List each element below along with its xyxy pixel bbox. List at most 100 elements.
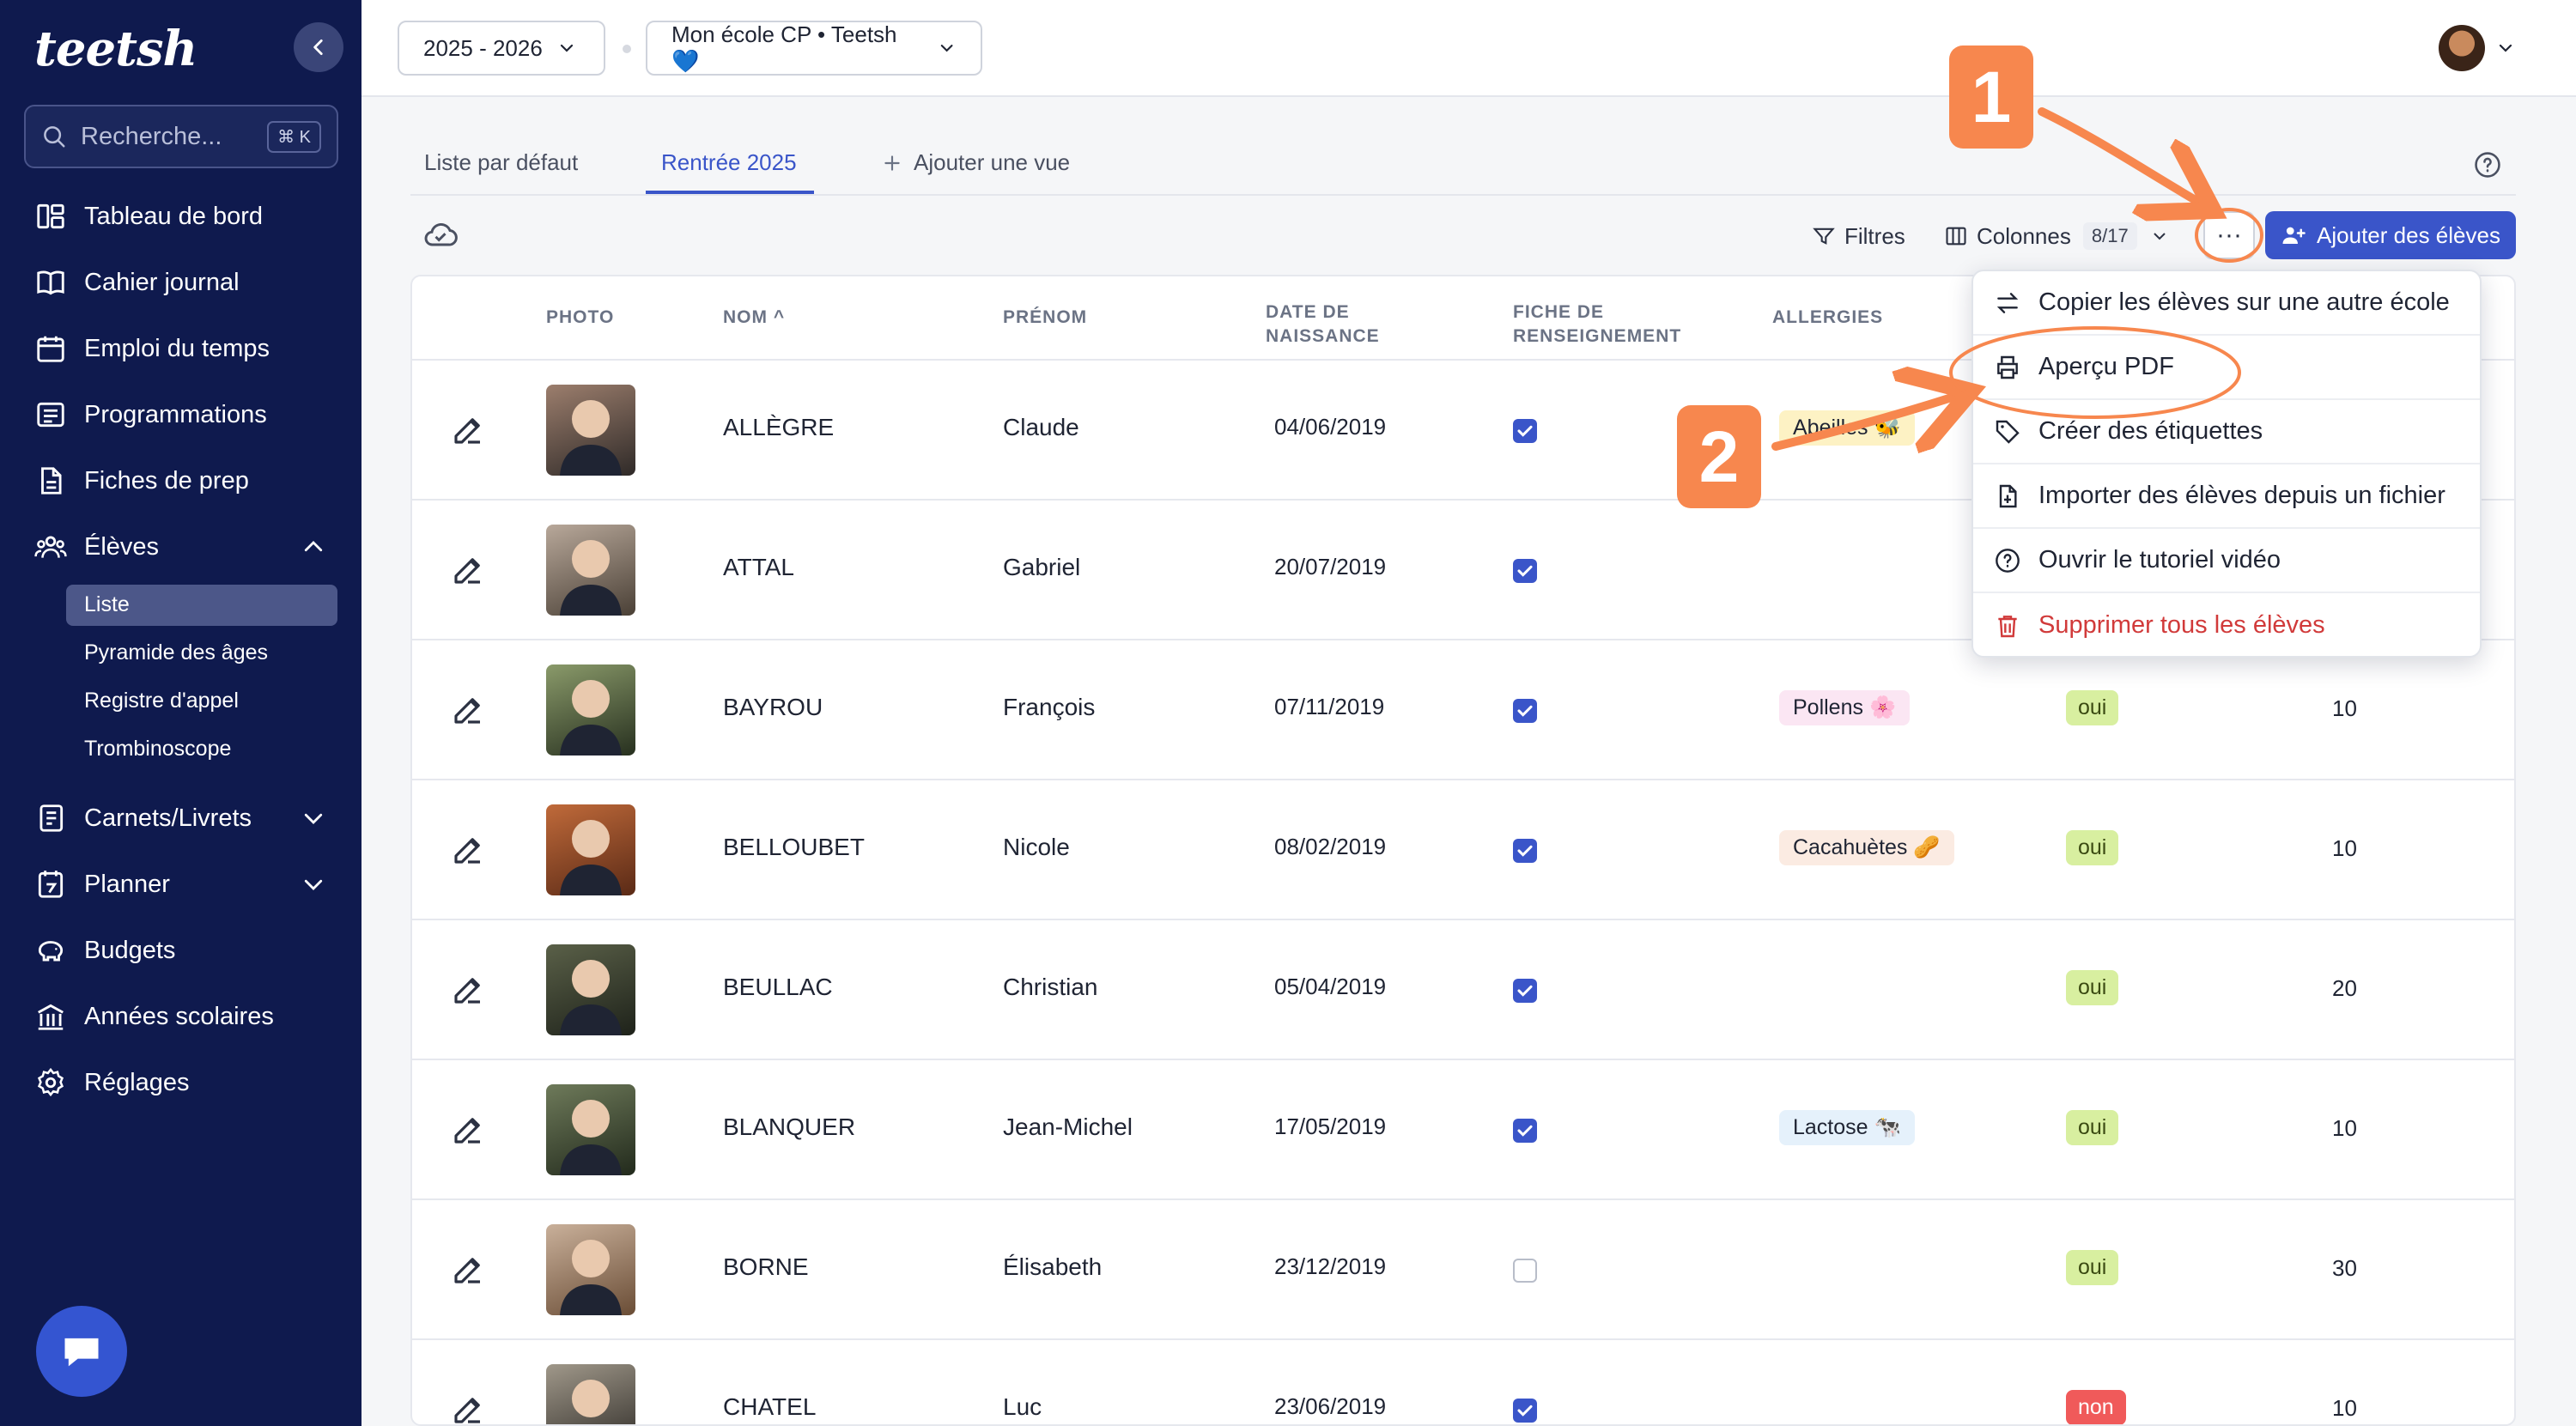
edit-icon[interactable] bbox=[450, 1252, 486, 1288]
chevron-down-icon bbox=[940, 45, 953, 52]
cloud-sync-icon[interactable] bbox=[422, 216, 459, 254]
sidebar-subitem-attendance[interactable]: Registre d'appel bbox=[84, 689, 239, 713]
chevron-down-icon[interactable] bbox=[2495, 38, 2516, 58]
sidebar-subitem-list[interactable]: Liste bbox=[84, 592, 130, 617]
tab-default-list[interactable]: Liste par défaut bbox=[424, 149, 578, 176]
sidebar-item-label: Cahier journal bbox=[84, 268, 240, 296]
more-options-label: ··· bbox=[2216, 221, 2242, 249]
columns-button[interactable]: Colonnes 8/17 bbox=[1944, 221, 2170, 252]
sidebar-item-school-years[interactable]: Années scolaires bbox=[34, 995, 326, 1038]
filters-button[interactable]: Filtres bbox=[1812, 221, 1905, 252]
table-row[interactable]: CHATEL Luc 23/06/2019 non 10 bbox=[412, 1340, 2514, 1426]
allergy-tag: Lactose 🐄 bbox=[1779, 1110, 1915, 1145]
info-sheet-checkbox[interactable] bbox=[1513, 839, 1537, 863]
app-logo[interactable]: teetsh bbox=[34, 21, 197, 77]
annotation-step-2: 2 bbox=[1677, 405, 1761, 508]
column-header-fiche[interactable]: FICHE DE RENSEIGNEMENT bbox=[1513, 300, 1719, 349]
calendar-icon bbox=[37, 336, 64, 362]
edit-icon[interactable] bbox=[450, 1112, 486, 1148]
help-circle-icon[interactable] bbox=[2473, 150, 2502, 179]
chevron-down-icon[interactable] bbox=[301, 871, 326, 897]
status-badge: non bbox=[2066, 1390, 2126, 1424]
table-row[interactable]: BEULLAC Christian 05/04/2019 oui 20 bbox=[412, 920, 2514, 1060]
info-sheet-checkbox[interactable] bbox=[1513, 979, 1537, 1003]
student-first-name: Claude bbox=[1003, 414, 1079, 440]
columns-label: Colonnes bbox=[1977, 222, 2071, 249]
sidebar-item-prep-sheets[interactable]: Fiches de prep bbox=[34, 459, 326, 502]
chevron-up-icon[interactable] bbox=[301, 534, 326, 560]
sidebar-item-dashboard[interactable]: Tableau de bord bbox=[34, 195, 326, 238]
sidebar-subitem-trombinoscope[interactable]: Trombinoscope bbox=[84, 737, 231, 762]
help-circle-icon bbox=[1996, 548, 2020, 573]
info-sheet-checkbox[interactable] bbox=[1513, 1259, 1537, 1283]
edit-icon[interactable] bbox=[450, 832, 486, 868]
edit-icon[interactable] bbox=[450, 412, 486, 448]
info-sheet-checkbox[interactable] bbox=[1513, 699, 1537, 723]
table-row[interactable]: BORNE Élisabeth 23/12/2019 oui 30 bbox=[412, 1200, 2514, 1340]
sidebar-subitem-age-pyramid[interactable]: Pyramide des âges bbox=[84, 640, 268, 665]
status-badge: oui bbox=[2066, 690, 2119, 725]
column-header-prenom[interactable]: PRÉNOM bbox=[1003, 306, 1087, 330]
search-input[interactable]: Recherche... ⌘ K bbox=[24, 105, 338, 168]
edit-icon[interactable] bbox=[450, 552, 486, 588]
menu-item-import-students[interactable]: Importer des élèves depuis un fichier bbox=[1973, 464, 2480, 529]
menu-item-label: Créer des étiquettes bbox=[2038, 417, 2263, 445]
sidebar-item-settings[interactable]: Réglages bbox=[34, 1061, 326, 1104]
menu-item-delete-all[interactable]: Supprimer tous les élèves bbox=[1973, 593, 2480, 658]
school-year-select[interactable]: 2025 - 2026 bbox=[398, 21, 605, 76]
chat-support-button[interactable] bbox=[36, 1306, 127, 1397]
more-options-button[interactable]: ··· bbox=[2203, 211, 2255, 259]
planner-icon bbox=[38, 871, 64, 898]
table-row[interactable]: BLANQUER Jean-Michel 17/05/2019 Lactose 🐄 ou… bbox=[412, 1060, 2514, 1200]
school-year-value: 2025 - 2026 bbox=[423, 34, 543, 61]
collapse-sidebar-button[interactable] bbox=[294, 22, 343, 72]
student-last-name: CHATEL bbox=[723, 1393, 817, 1420]
column-header-allergies[interactable]: ALLERGIES bbox=[1772, 306, 1883, 330]
student-value: 30 bbox=[2332, 1255, 2357, 1281]
menu-item-label: Aperçu PDF bbox=[2038, 353, 2174, 380]
menu-item-create-labels[interactable]: Créer des étiquettes bbox=[1973, 400, 2480, 464]
add-students-button[interactable]: Ajouter des élèves bbox=[2265, 211, 2516, 259]
info-sheet-checkbox[interactable] bbox=[1513, 1399, 1537, 1423]
edit-icon[interactable] bbox=[450, 972, 486, 1008]
active-tab-indicator bbox=[646, 191, 814, 194]
dashboard-icon bbox=[37, 203, 64, 229]
menu-item-pdf-preview[interactable]: Aperçu PDF bbox=[1973, 336, 2480, 400]
sidebar-item-notebooks[interactable]: Carnets/Livrets bbox=[34, 797, 326, 840]
menu-item-copy-students[interactable]: Copier les élèves sur une autre école bbox=[1973, 271, 2480, 336]
table-row[interactable]: BAYROU François 07/11/2019 Pollens 🌸 oui 10 bbox=[412, 640, 2514, 780]
info-sheet-checkbox[interactable] bbox=[1513, 1119, 1537, 1143]
student-first-name: Nicole bbox=[1003, 834, 1070, 860]
student-value: 10 bbox=[2332, 1115, 2357, 1141]
student-last-name: BORNE bbox=[723, 1253, 809, 1280]
sidebar-item-budgets[interactable]: Budgets bbox=[34, 929, 326, 972]
student-photo bbox=[546, 385, 635, 476]
edit-icon[interactable] bbox=[450, 1392, 486, 1426]
list-icon bbox=[37, 402, 64, 428]
info-sheet-checkbox[interactable] bbox=[1513, 559, 1537, 583]
student-birth-date: 23/12/2019 bbox=[1274, 1253, 1387, 1279]
menu-item-video-tutorial[interactable]: Ouvrir le tutoriel vidéo bbox=[1973, 529, 2480, 593]
sidebar-item-timetable[interactable]: Emploi du temps bbox=[34, 327, 326, 370]
student-first-name: Jean-Michel bbox=[1003, 1113, 1133, 1140]
sidebar-item-planner[interactable]: Planner bbox=[34, 863, 326, 906]
tab-add-view[interactable]: Ajouter une vue bbox=[881, 149, 1070, 176]
student-birth-date: 07/11/2019 bbox=[1274, 694, 1385, 719]
column-header-date[interactable]: DATE DE NAISSANCE bbox=[1266, 300, 1394, 349]
tab-rentree-2025[interactable]: Rentrée 2025 bbox=[661, 149, 797, 176]
school-icon bbox=[38, 1004, 64, 1030]
sidebar-item-journal[interactable]: Cahier journal bbox=[34, 261, 326, 304]
document-icon bbox=[41, 467, 62, 495]
edit-icon[interactable] bbox=[450, 692, 486, 728]
school-select[interactable]: Mon école CP • Teetsh 💙 bbox=[646, 21, 982, 76]
chevron-down-icon[interactable] bbox=[301, 805, 326, 831]
sidebar-item-programmations[interactable]: Programmations bbox=[34, 393, 326, 436]
table-row[interactable]: BELLOUBET Nicole 08/02/2019 Cacahuètes 🥜 oui… bbox=[412, 780, 2514, 920]
user-avatar[interactable] bbox=[2439, 25, 2485, 71]
student-birth-date: 04/06/2019 bbox=[1274, 414, 1387, 440]
info-sheet-checkbox[interactable] bbox=[1513, 419, 1537, 443]
column-header-nom[interactable]: NOM ^ bbox=[723, 306, 785, 330]
column-header-photo[interactable]: PHOTO bbox=[546, 306, 614, 330]
sidebar-item-students[interactable]: Élèves bbox=[34, 525, 326, 568]
chevron-left-icon bbox=[313, 39, 323, 55]
